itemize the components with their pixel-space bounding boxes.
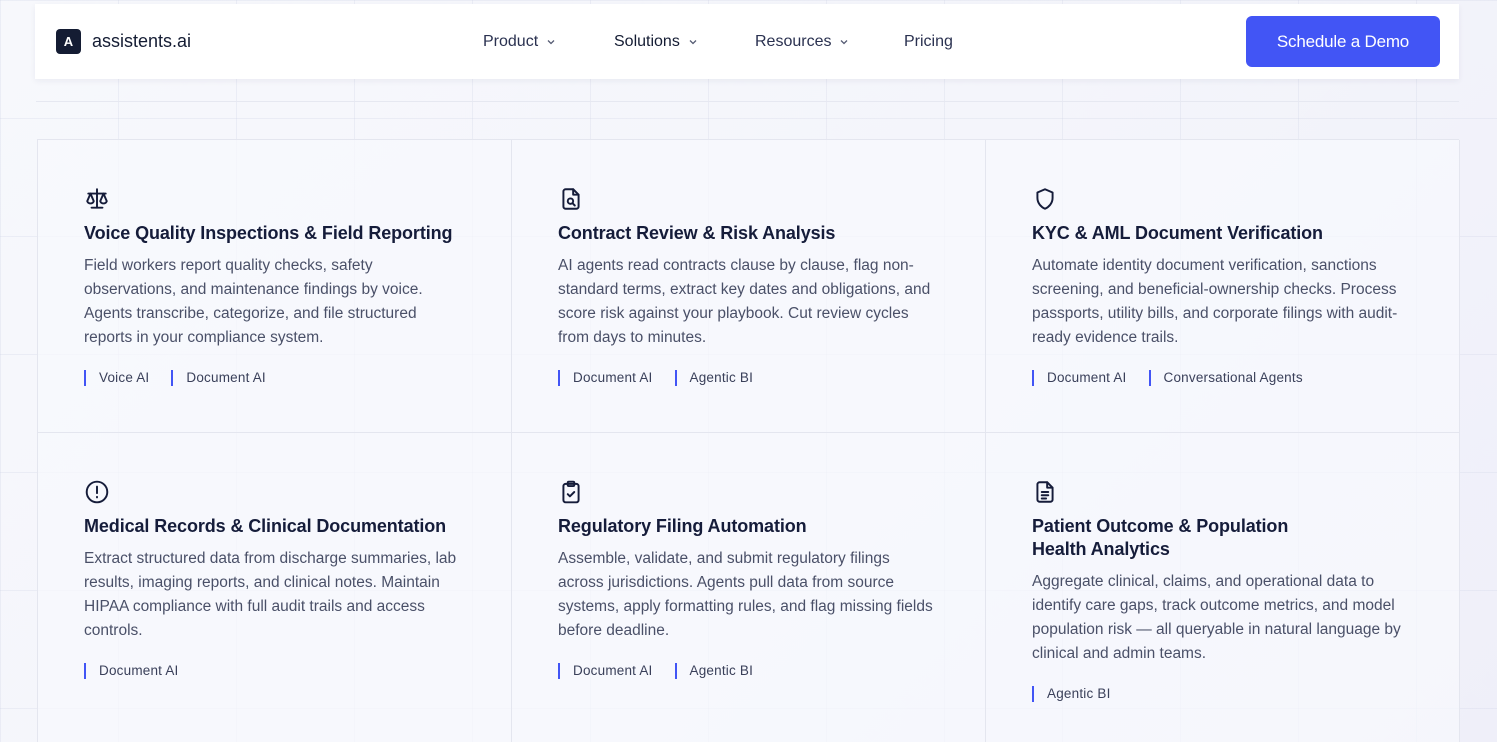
card-title: Medical Records & Clinical Documentation: [84, 516, 447, 536]
nav-item-pricing[interactable]: Pricing: [904, 33, 953, 51]
tag: Document AI: [84, 663, 179, 679]
card-title: KYC & AML Document Verification: [1032, 223, 1323, 243]
card-title: Contract Review & Risk Analysis: [558, 223, 836, 243]
chevron-down-icon: [547, 40, 555, 45]
card-description: Aggregate clinical, claims, and operatio…: [1032, 573, 1401, 662]
top-navigation: A assistents.ai Product Solutions Resour…: [35, 4, 1459, 79]
tag: Document AI: [558, 663, 653, 679]
card-title: Patient Outcome & Population Health Anal…: [1032, 516, 1289, 559]
nav-item-label: Product: [483, 33, 539, 50]
tag-list: Agentic BI: [1032, 686, 1419, 702]
chevron-down-icon: [689, 40, 697, 45]
nav-item-resources[interactable]: Resources: [755, 33, 849, 51]
brand-mark: A: [56, 29, 81, 54]
chevron-down-icon: [841, 40, 848, 45]
tag: Document AI: [171, 370, 266, 386]
scales-icon: [84, 186, 110, 212]
nav-item-product[interactable]: Product: [483, 33, 556, 51]
nav-item-label: Solutions: [614, 33, 680, 50]
file-search-icon: [558, 186, 584, 212]
card-description: Field workers report quality checks, saf…: [84, 257, 423, 346]
schedule-demo-button[interactable]: Schedule a Demo: [1246, 16, 1440, 67]
card-description: Assemble, validate, and submit regulator…: [558, 550, 933, 639]
use-case-card[interactable]: Patient Outcome & Population Health Anal…: [986, 433, 1460, 742]
file-text-icon: [1032, 479, 1058, 505]
nav-item-label: Resources: [755, 33, 832, 50]
use-case-card[interactable]: Medical Records & Clinical Documentation…: [38, 433, 512, 742]
tag-list: Document AI Conversational Agents: [1032, 370, 1419, 386]
shield-icon: [1032, 186, 1058, 212]
tag: Document AI: [1032, 370, 1127, 386]
section-divider: [36, 80, 1459, 102]
nav-item-solutions[interactable]: Solutions: [614, 33, 698, 51]
tag-list: Voice AI Document AI: [84, 370, 471, 386]
tag: Agentic BI: [674, 370, 754, 386]
card-description: AI agents read contracts clause by claus…: [558, 257, 931, 346]
clipboard-check-icon: [558, 479, 584, 505]
use-case-grid: Voice Quality Inspections & Field Report…: [37, 139, 1460, 742]
card-description: Automate identity document verification,…: [1032, 257, 1398, 346]
brand-logo-link[interactable]: A assistents.ai: [56, 29, 191, 54]
brand-name: assistents.ai: [92, 31, 192, 51]
tag: Conversational Agents: [1148, 370, 1303, 386]
tag-list: Document AI Agentic BI: [558, 663, 945, 679]
use-case-card[interactable]: KYC & AML Document Verification Automate…: [986, 140, 1460, 433]
use-case-card[interactable]: Contract Review & Risk Analysis AI agent…: [512, 140, 986, 433]
tag: Agentic BI: [1032, 686, 1111, 702]
alert-circle-icon: [84, 479, 110, 505]
card-title: Voice Quality Inspections & Field Report…: [84, 223, 453, 243]
use-case-card[interactable]: Voice Quality Inspections & Field Report…: [38, 140, 512, 433]
nav-item-label: Pricing: [904, 33, 953, 50]
use-case-card[interactable]: Regulatory Filing Automation Assemble, v…: [512, 433, 986, 742]
tag-list: Document AI: [84, 663, 471, 679]
tag: Agentic BI: [674, 663, 754, 679]
tag-list: Document AI Agentic BI: [558, 370, 945, 386]
tag: Document AI: [558, 370, 653, 386]
card-title: Regulatory Filing Automation: [558, 516, 807, 536]
tag: Voice AI: [84, 370, 149, 386]
card-description: Extract structured data from discharge s…: [84, 550, 457, 639]
